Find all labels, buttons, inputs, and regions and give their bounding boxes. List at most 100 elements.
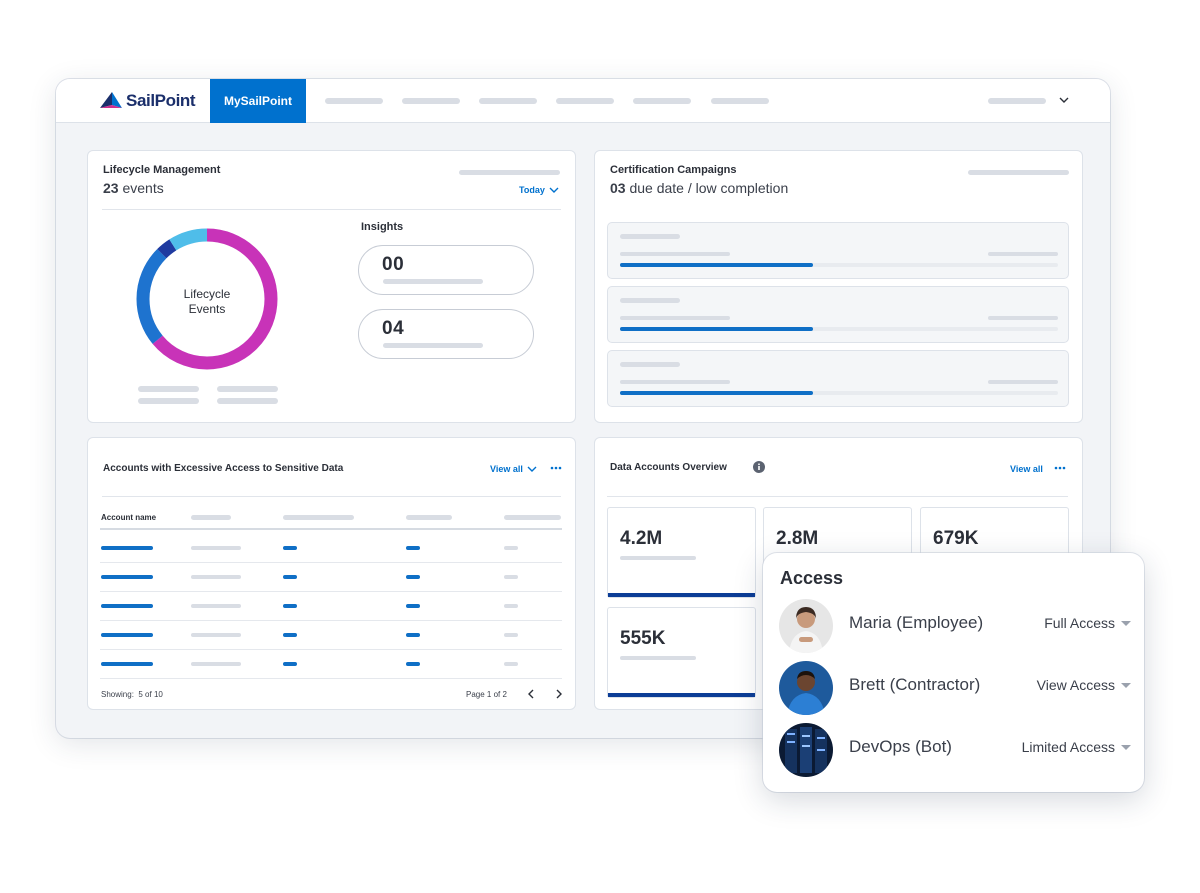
server-avatar	[779, 723, 833, 777]
legend-placeholder	[138, 398, 199, 404]
certification-campaigns-card: Certification Campaigns 03 due date / lo…	[594, 150, 1083, 423]
cell-placeholder	[191, 604, 241, 608]
nav-item-placeholder[interactable]	[711, 98, 769, 104]
stat-value: 679K	[933, 528, 979, 549]
access-person-row[interactable]: Brett (Contractor) View Access	[779, 661, 1131, 717]
campaign-progress-fill	[620, 263, 813, 267]
insight-value: 00	[382, 254, 405, 275]
access-level-dropdown[interactable]: View Access	[1037, 677, 1131, 693]
access-level-dropdown[interactable]: Full Access	[1044, 615, 1131, 631]
insight-value: 04	[382, 318, 405, 339]
cell-placeholder	[283, 662, 297, 666]
campaign-row[interactable]	[607, 350, 1069, 407]
campaign-name-placeholder	[620, 298, 680, 303]
nav-item-placeholder[interactable]	[325, 98, 383, 104]
cell-placeholder	[101, 604, 153, 608]
view-all-button[interactable]: View all	[490, 464, 537, 474]
person-name: Maria (Employee)	[849, 613, 984, 632]
top-navigation-bar: SailPoint MySailPoint	[56, 79, 1110, 123]
access-person-row[interactable]: Maria (Employee) Full Access	[779, 599, 1131, 655]
divider	[607, 496, 1068, 497]
access-person-row[interactable]: DevOps (Bot) Limited Access	[779, 723, 1131, 779]
campaign-row[interactable]	[607, 222, 1069, 279]
nav-item-placeholder[interactable]	[479, 98, 537, 104]
column-header-placeholder[interactable]	[283, 515, 354, 520]
cell-placeholder	[191, 662, 241, 666]
chevron-left-icon[interactable]	[526, 688, 536, 700]
table-row[interactable]	[100, 592, 562, 621]
table-row[interactable]	[100, 534, 562, 563]
view-all-button[interactable]: View all	[1010, 464, 1043, 474]
showing-summary: Showing: 5 of 10	[101, 690, 163, 699]
column-header-placeholder[interactable]	[406, 515, 452, 520]
campaign-row[interactable]	[607, 286, 1069, 343]
stat-value: 2.8M	[776, 528, 819, 549]
column-header-account-name[interactable]: Account name	[101, 513, 156, 522]
stat-value: 555K	[620, 628, 666, 649]
events-count: 23 events	[103, 180, 164, 196]
more-icon[interactable]	[1054, 466, 1066, 470]
campaign-name-placeholder	[620, 234, 680, 239]
person-name: DevOps (Bot)	[849, 737, 952, 756]
campaign-progress-track	[620, 391, 1058, 395]
campaigns-count: 03 due date / low completion	[610, 180, 788, 196]
insight-pill[interactable]: 04	[358, 309, 534, 359]
campaign-name-placeholder	[620, 362, 680, 367]
tab-mysailpoint[interactable]: MySailPoint	[210, 79, 306, 123]
page-indicator: Page 1 of 2	[466, 690, 507, 699]
lifecycle-management-card: Lifecycle Management 23 events Today Lif…	[87, 150, 576, 423]
header-placeholder	[459, 170, 560, 175]
chevron-down-icon	[549, 187, 559, 193]
cell-placeholder	[406, 546, 420, 550]
person-name: Brett (Contractor)	[849, 675, 981, 694]
column-header-placeholder[interactable]	[504, 515, 561, 520]
campaign-detail-placeholder	[620, 380, 730, 384]
insight-placeholder	[383, 279, 483, 284]
insight-pill[interactable]: 00	[358, 245, 534, 295]
table-row[interactable]	[100, 650, 562, 679]
cell-placeholder	[283, 604, 297, 608]
campaign-meta-placeholder	[988, 316, 1058, 320]
person-avatar	[779, 661, 833, 715]
insights-label: Insights	[361, 221, 404, 233]
stat-tile[interactable]: 555K	[607, 607, 756, 698]
campaign-progress-fill	[620, 391, 813, 395]
cell-placeholder	[101, 575, 153, 579]
column-header-placeholder[interactable]	[191, 515, 231, 520]
cell-placeholder	[406, 633, 420, 637]
person-avatar	[779, 599, 833, 653]
insight-placeholder	[383, 343, 483, 348]
caret-down-icon	[1121, 744, 1131, 750]
nav-item-placeholder[interactable]	[402, 98, 460, 104]
access-level-dropdown[interactable]: Limited Access	[1022, 739, 1131, 755]
card-title: Data Accounts Overview	[610, 462, 727, 473]
user-menu-placeholder[interactable]	[988, 98, 1046, 104]
stat-bar	[608, 593, 755, 597]
card-title: Accounts with Excessive Access to Sensit…	[103, 463, 344, 474]
period-dropdown[interactable]: Today	[519, 185, 559, 195]
stat-tile[interactable]: 4.2M	[607, 507, 756, 598]
cell-placeholder	[504, 633, 518, 637]
chevron-down-icon[interactable]	[1057, 93, 1071, 107]
table-row[interactable]	[100, 621, 562, 650]
campaign-progress-track	[620, 327, 1058, 331]
campaign-progress-fill	[620, 327, 813, 331]
stat-value: 4.2M	[620, 528, 663, 549]
header-divider	[100, 528, 562, 530]
nav-item-placeholder[interactable]	[633, 98, 691, 104]
events-number: 23	[103, 180, 119, 196]
campaign-progress-track	[620, 263, 1058, 267]
access-level-label: View Access	[1036, 677, 1115, 693]
sailpoint-logo[interactable]: SailPoint	[100, 89, 196, 113]
nav-item-placeholder[interactable]	[556, 98, 614, 104]
view-all-label: View all	[490, 464, 523, 474]
info-icon[interactable]	[753, 461, 765, 473]
more-icon[interactable]	[550, 466, 562, 470]
stat-label-placeholder	[620, 656, 696, 660]
cell-placeholder	[283, 633, 297, 637]
chevron-right-icon[interactable]	[554, 688, 564, 700]
cell-placeholder	[504, 575, 518, 579]
table-row[interactable]	[100, 563, 562, 592]
divider	[102, 496, 561, 497]
access-level-label: Limited Access	[1021, 739, 1115, 755]
